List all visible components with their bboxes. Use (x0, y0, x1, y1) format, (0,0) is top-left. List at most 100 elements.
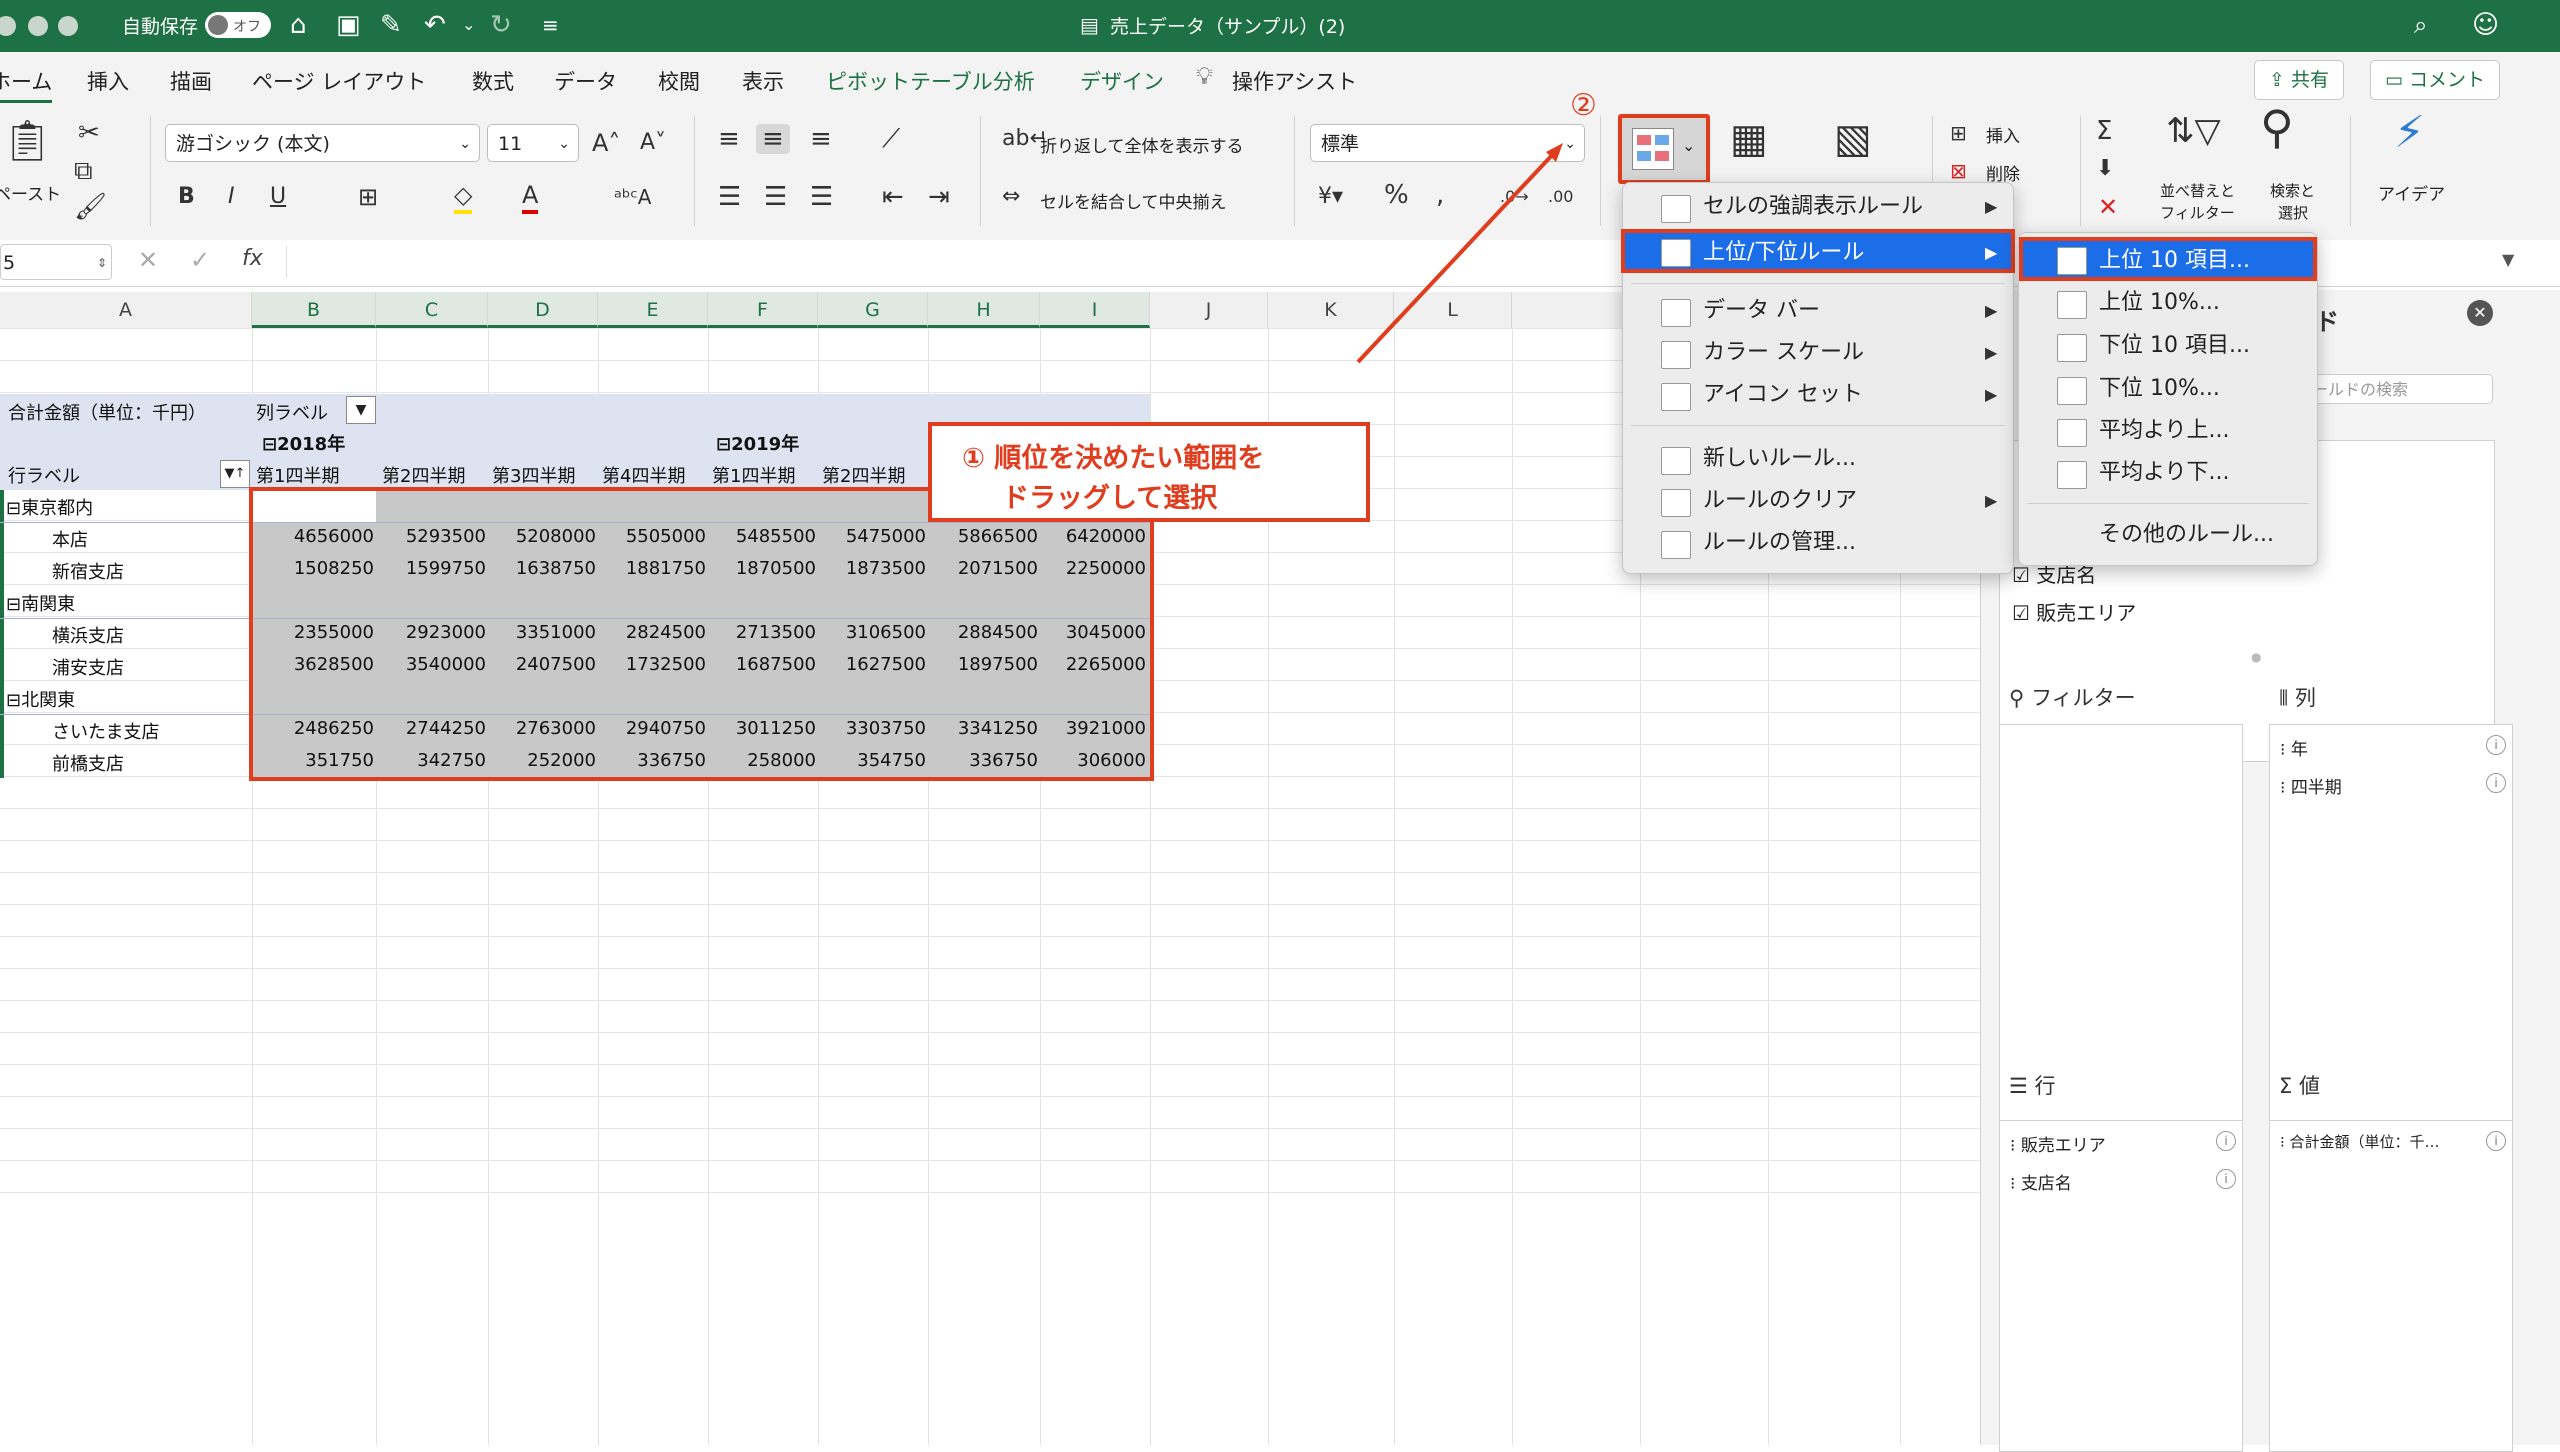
tab-design[interactable]: デザイン (1080, 66, 1164, 96)
font-size-select[interactable]: 11 ⌄ (487, 124, 579, 162)
conditional-formatting-button[interactable]: ⌄ (1618, 114, 1710, 184)
cancel-icon[interactable]: ✕ (138, 246, 158, 274)
italic-button[interactable]: I (228, 182, 235, 212)
sort-filter-icon[interactable]: ⇅▽ (2166, 114, 2221, 148)
columns-drop-area[interactable]: ⁝ 年 i ⁝ 四半期 i (2269, 724, 2513, 1122)
align-center-icon[interactable]: ☰ (764, 182, 787, 212)
close-pane-icon[interactable]: ✕ (2467, 300, 2493, 326)
info-icon[interactable]: i (2216, 1131, 2236, 1151)
columns-field-item[interactable]: ⁝ 四半期 (2280, 773, 2342, 798)
collapse-icon[interactable]: ⊟ (6, 594, 21, 615)
fill-color-icon[interactable]: ◇ (454, 180, 473, 214)
submenu-item-bottom-10-items[interactable]: 下位 10 項目... (2019, 326, 2317, 366)
cut-icon[interactable]: ✂ (78, 118, 100, 148)
home-icon[interactable]: ⌂ (290, 9, 307, 41)
align-bottom-icon[interactable]: ≡ (810, 124, 832, 154)
customize-toolbar-icon[interactable]: ≡ (542, 9, 559, 41)
tab-tell-me[interactable]: 操作アシスト (1232, 66, 1357, 96)
borders-icon[interactable]: ⊞ (358, 182, 378, 212)
share-button[interactable]: ⇪ 共有 (2254, 60, 2344, 100)
rows-field-item[interactable]: ⁝ 販売エリア (2010, 1131, 2106, 1156)
phonetic-icon[interactable]: ᵃᵇᶜA (614, 182, 651, 212)
copy-icon[interactable]: ⧉ (74, 156, 93, 186)
column-header-c[interactable]: C (376, 292, 488, 328)
tab-home[interactable]: ホーム (0, 66, 53, 103)
paste-label[interactable]: ペースト (0, 180, 61, 205)
align-left-icon[interactable]: ☰ (718, 182, 741, 212)
minimize-window-button[interactable] (28, 16, 48, 36)
tab-view[interactable]: 表示 (742, 66, 784, 96)
info-icon[interactable]: i (2486, 1131, 2506, 1151)
info-icon[interactable]: i (2486, 735, 2506, 755)
wrap-text-button[interactable]: 折り返して全体を表示する (1040, 132, 1244, 157)
submenu-item-top-10-items[interactable]: 上位 10 項目... (2019, 237, 2317, 281)
sort-filter-label-1[interactable]: 並べ替えと (2160, 180, 2235, 201)
row-filter-sort-button[interactable]: ▼↑ (220, 460, 250, 488)
tab-insert[interactable]: 挿入 (87, 66, 129, 96)
undo-dropdown-icon[interactable]: ⌄ (462, 9, 475, 41)
orientation-icon[interactable]: ⟋ (882, 124, 900, 154)
clear-icon[interactable]: ✕ (2098, 192, 2118, 222)
menu-item-manage-rules[interactable]: ルールの管理... (1623, 523, 2013, 563)
menu-item-icon-sets[interactable]: アイコン セット ▶ (1623, 375, 2013, 415)
paste-icon[interactable]: 📋︎ (2, 121, 53, 161)
menu-item-data-bars[interactable]: データ バー ▶ (1623, 291, 2013, 331)
save-icon[interactable]: ▣ (336, 9, 361, 41)
row-group-label[interactable]: ⊟北関東 (6, 686, 75, 712)
info-icon[interactable]: i (2216, 1169, 2236, 1189)
collapse-icon[interactable]: ⊟ (6, 690, 21, 711)
close-window-button[interactable] (0, 16, 16, 36)
name-box[interactable]: 5 ⇕ (0, 244, 112, 280)
filter-drop-area[interactable] (1999, 724, 2243, 1122)
bold-button[interactable]: B (178, 182, 195, 212)
rows-field-item[interactable]: ⁝ 支店名 (2010, 1169, 2072, 1194)
undo-icon[interactable]: ↶ (424, 9, 446, 41)
menu-item-new-rule[interactable]: 新しいルール... (1623, 439, 2013, 479)
column-header-g[interactable]: G (818, 292, 928, 328)
increase-font-icon[interactable]: A˄ (592, 128, 620, 158)
values-drop-area[interactable]: ⁝ 合計金額（単位：千… i (2269, 1120, 2513, 1452)
insert-cells-button[interactable]: 挿入 (1986, 122, 2020, 147)
collapse-icon[interactable]: ⊟ (6, 498, 21, 519)
find-select-icon[interactable]: ⚲ (2260, 104, 2294, 150)
align-top-icon[interactable]: ≡ (718, 124, 740, 154)
increase-indent-icon[interactable]: ⇥ (928, 182, 950, 212)
tab-data[interactable]: データ (554, 66, 617, 96)
collapse-icon[interactable]: ⊟ (716, 434, 731, 455)
field-checkbox[interactable]: ☑ 販売エリア (2012, 597, 2136, 626)
decrease-font-icon[interactable]: A˅ (640, 128, 666, 158)
merge-center-button[interactable]: セルを結合して中央揃え (1040, 188, 1227, 213)
year-2019-header[interactable]: ⊟2019年 (716, 430, 799, 456)
column-header-h[interactable]: H (928, 292, 1040, 328)
tab-draw[interactable]: 描画 (170, 66, 212, 96)
smiley-icon[interactable]: ☺ (2472, 9, 2499, 41)
align-right-icon[interactable]: ☰ (810, 182, 833, 212)
enter-icon[interactable]: ✓ (190, 246, 210, 274)
columns-field-item[interactable]: ⁝ 年 (2280, 735, 2308, 760)
column-header-i[interactable]: I (1040, 292, 1150, 328)
fill-icon[interactable]: ⬇ (2096, 154, 2114, 184)
column-header-d[interactable]: D (488, 292, 598, 328)
font-name-select[interactable]: 游ゴシック (本文) ⌄ (165, 124, 480, 162)
menu-item-clear-rules[interactable]: ルールのクリア ▶ (1623, 481, 2013, 521)
font-color-icon[interactable]: A (522, 180, 539, 214)
field-search-input[interactable]: ィールドの検索 (2291, 374, 2493, 404)
values-field-item[interactable]: ⁝ 合計金額（単位：千… (2280, 1131, 2440, 1152)
function-icon[interactable]: fx (242, 246, 263, 271)
submenu-item-more-rules[interactable]: その他のルール... (2019, 515, 2317, 555)
column-filter-button[interactable]: ▼ (346, 396, 376, 424)
rows-drop-area[interactable]: ⁝ 販売エリア i ⁝ 支店名 i (1999, 1120, 2243, 1452)
submenu-item-bottom-10-percent[interactable]: 下位 10%... (2019, 369, 2317, 409)
merge-icon[interactable]: ⇔ (1002, 182, 1020, 212)
comment-button[interactable]: ▭ コメント (2370, 60, 2501, 100)
menu-item-highlight-cells[interactable]: セルの強調表示ルール ▶ (1623, 187, 2013, 227)
zoom-window-button[interactable] (58, 16, 78, 36)
submenu-item-top-10-percent[interactable]: 上位 10%... (2019, 283, 2317, 323)
submenu-item-above-average[interactable]: 平均より上... (2019, 411, 2317, 451)
column-header-f[interactable]: F (708, 292, 818, 328)
sort-filter-label-2[interactable]: フィルター (2160, 202, 2235, 223)
autosum-icon[interactable]: Σ (2096, 116, 2112, 146)
row-group-label[interactable]: ⊟東京都内 (6, 494, 93, 520)
search-icon[interactable]: ⌕ (2414, 9, 2427, 41)
ideas-icon[interactable]: ⚡ (2394, 111, 2425, 155)
